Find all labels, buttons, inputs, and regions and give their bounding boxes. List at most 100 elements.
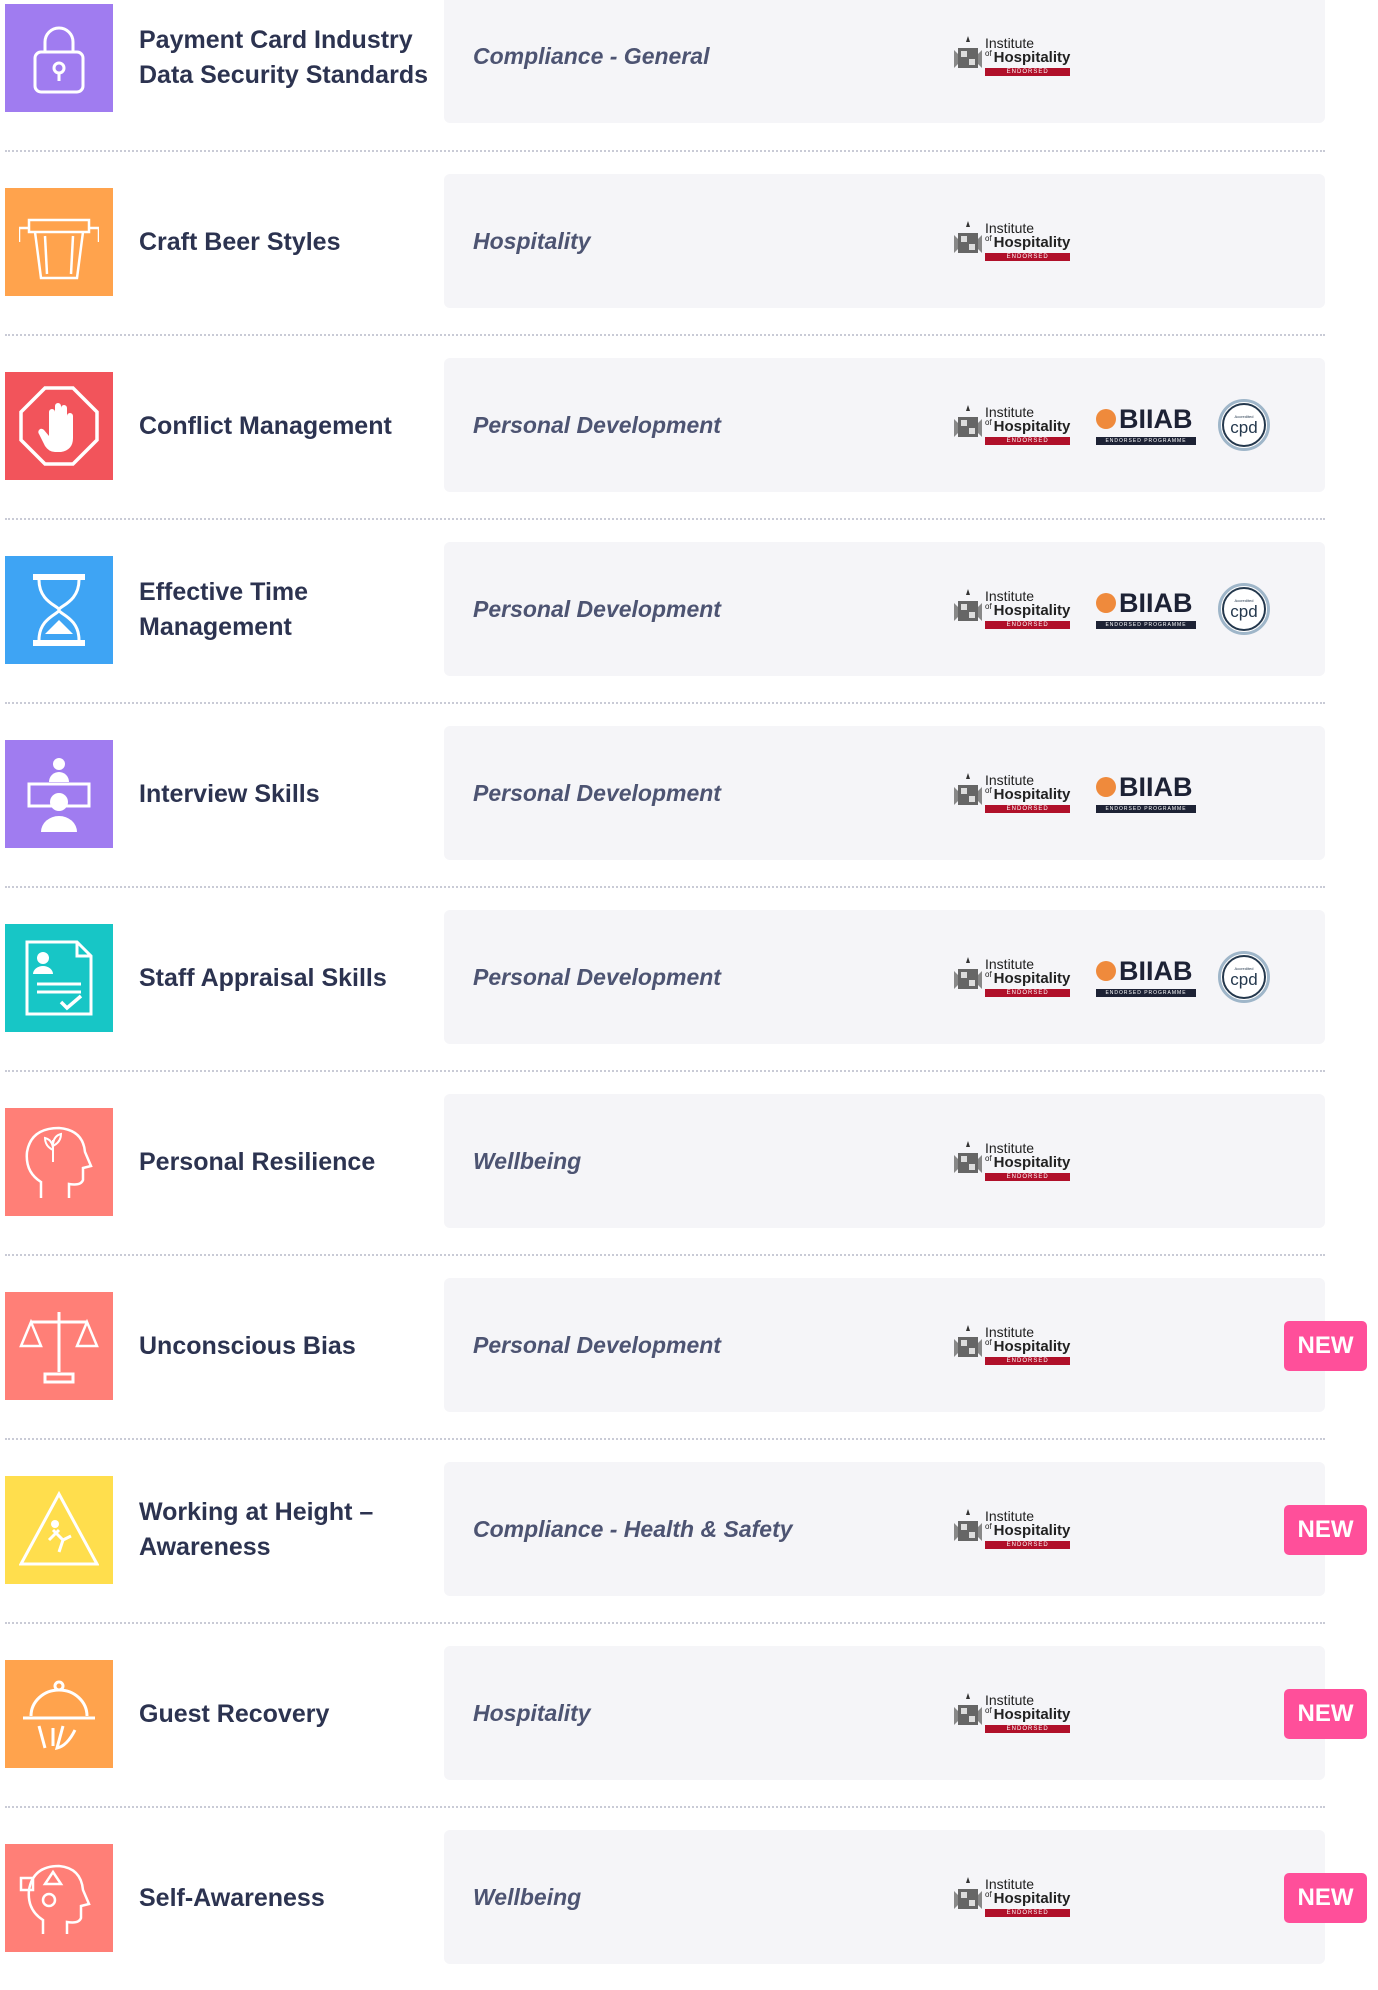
cpd-ring: Accredited cpd bbox=[1222, 403, 1266, 447]
accreditation-badges: Institute of Hospitality ENDORSED bbox=[954, 0, 1074, 123]
ioh-wordmark: Institute of Hospitality ENDORSED bbox=[985, 956, 1071, 997]
course-title[interactable]: Staff Appraisal Skills bbox=[139, 924, 439, 1032]
ioh-of: of bbox=[985, 418, 992, 427]
course-title[interactable]: Interview Skills bbox=[139, 740, 439, 848]
course-title-text: Staff Appraisal Skills bbox=[139, 963, 387, 992]
biiab-top: BIIAB bbox=[1096, 405, 1196, 433]
course-title[interactable]: Effective Time Management bbox=[139, 556, 439, 664]
ioh-line2: of Hospitality bbox=[985, 1522, 1070, 1539]
institute-of-hospitality-logo: Institute of Hospitality ENDORSED bbox=[954, 1501, 1074, 1557]
course-category: Wellbeing bbox=[473, 1883, 582, 1910]
course-title[interactable]: Working at Height – Awareness bbox=[139, 1476, 439, 1584]
ioh-line1: Institute bbox=[985, 1508, 1035, 1524]
ioh-of: of bbox=[985, 49, 992, 58]
course-icon-tile bbox=[5, 4, 113, 112]
course-title-text: Guest Recovery bbox=[139, 1699, 330, 1728]
crest-icon bbox=[954, 957, 982, 989]
new-badge: NEW bbox=[1284, 1689, 1367, 1739]
course-row[interactable]: Interview Skills Personal Development Inst… bbox=[0, 726, 1378, 886]
biiab-top: BIIAB bbox=[1096, 957, 1196, 985]
course-title[interactable]: Payment Card Industry Data Security Stan… bbox=[139, 4, 439, 112]
course-row[interactable]: Conflict Management Personal Development I… bbox=[0, 358, 1378, 518]
course-row[interactable]: Guest Recovery Hospitality Institute of Hosp… bbox=[0, 1646, 1378, 1806]
crest-icon bbox=[954, 1509, 982, 1541]
ioh-line2: of Hospitality bbox=[985, 1890, 1071, 1907]
course-icon-tile bbox=[5, 1108, 113, 1216]
ioh-wordmark: Institute of Hospitality ENDORSED bbox=[985, 35, 1071, 76]
ioh-line1: Institute bbox=[985, 956, 1035, 972]
institute-of-hospitality-logo: Institute of Hospitality ENDORSED bbox=[954, 581, 1074, 637]
ioh-hospitality: Hospitality bbox=[993, 1890, 1071, 1907]
course-title-text: Conflict Management bbox=[139, 411, 392, 440]
ioh-wordmark: Institute of Hospitality ENDORSED bbox=[985, 1508, 1071, 1549]
course-row[interactable]: Payment Card Industry Data Security Stan… bbox=[0, 0, 1378, 150]
beer-glass-icon bbox=[19, 218, 99, 280]
ioh-line2: of Hospitality bbox=[985, 1706, 1071, 1723]
accreditation-badges: Institute of Hospitality ENDORSED BIIAB ENDOR… bbox=[954, 542, 1270, 676]
course-icon-tile bbox=[5, 188, 113, 296]
course-title[interactable]: Self-Awareness bbox=[139, 1844, 439, 1952]
cpd-name: cpd bbox=[1230, 418, 1258, 437]
course-row[interactable]: Staff Appraisal Skills Personal Developme… bbox=[0, 910, 1378, 1070]
course-row[interactable]: Effective Time Management Personal Develo… bbox=[0, 542, 1378, 702]
course-category: Personal Development bbox=[473, 595, 721, 622]
ioh-of: of bbox=[985, 1522, 992, 1531]
course-category: Wellbeing bbox=[473, 1147, 582, 1174]
padlock-icon bbox=[33, 26, 85, 94]
crest-icon bbox=[954, 36, 982, 68]
row-divider bbox=[5, 702, 1325, 704]
ioh-wordmark: Institute of Hospitality ENDORSED bbox=[985, 404, 1071, 445]
institute-of-hospitality-logo: Institute of Hospitality ENDORSED bbox=[954, 765, 1074, 821]
ioh-of: of bbox=[985, 1706, 992, 1715]
ioh-of: of bbox=[985, 1338, 992, 1347]
ioh-line1: Institute bbox=[985, 588, 1035, 604]
course-title[interactable]: Craft Beer Styles bbox=[139, 188, 439, 296]
course-details-panel: Hospitality Institute of Hospitality ENDORSE… bbox=[444, 174, 1325, 308]
institute-of-hospitality-logo: Institute of Hospitality ENDORSED bbox=[954, 397, 1074, 453]
cpd-name: cpd bbox=[1230, 602, 1258, 621]
ioh-line1: Institute bbox=[985, 35, 1035, 51]
institute-of-hospitality-logo: Institute of Hospitality ENDORSED bbox=[954, 949, 1074, 1005]
row-divider bbox=[5, 518, 1325, 520]
course-details-panel: Hospitality Institute of Hospitality ENDORSE… bbox=[444, 1646, 1325, 1780]
institute-of-hospitality-logo: Institute of Hospitality ENDORSED bbox=[954, 1133, 1074, 1189]
row-divider bbox=[5, 334, 1325, 336]
course-title[interactable]: Conflict Management bbox=[139, 372, 439, 480]
ioh-hospitality: Hospitality bbox=[993, 1706, 1071, 1723]
new-badge: NEW bbox=[1284, 1873, 1367, 1923]
biiab-logo: BIIAB ENDORSED PROGRAMME bbox=[1096, 397, 1196, 453]
course-row[interactable]: Self-Awareness Wellbeing Institute of Hospit… bbox=[0, 1830, 1378, 1990]
new-badge: NEW bbox=[1284, 1321, 1367, 1371]
row-divider bbox=[5, 1070, 1325, 1072]
accreditation-badges: Institute of Hospitality ENDORSED bbox=[954, 174, 1074, 308]
course-category: Personal Development bbox=[473, 411, 721, 438]
ioh-hospitality: Hospitality bbox=[993, 234, 1071, 251]
course-details-panel: Wellbeing Institute of Hospitality ENDORSED bbox=[444, 1094, 1325, 1228]
ioh-line2: of Hospitality bbox=[985, 49, 1070, 66]
course-title[interactable]: Guest Recovery bbox=[139, 1660, 439, 1768]
course-row[interactable]: Working at Height – Awareness Compliance … bbox=[0, 1462, 1378, 1622]
ioh-endorsed: ENDORSED bbox=[985, 1725, 1071, 1733]
ioh-of: of bbox=[985, 234, 992, 243]
institute-of-hospitality-logo: Institute of Hospitality ENDORSED bbox=[954, 213, 1074, 269]
institute-of-hospitality-logo: Institute of Hospitality ENDORSED bbox=[954, 1685, 1074, 1741]
course-row[interactable]: Personal Resilience Wellbeing Institute of H… bbox=[0, 1094, 1378, 1254]
biiab-logo: BIIAB ENDORSED PROGRAMME bbox=[1096, 765, 1196, 821]
ioh-of: of bbox=[985, 970, 992, 979]
ioh-line1: Institute bbox=[985, 404, 1035, 420]
course-row[interactable]: Craft Beer Styles Hospitality Institute of H… bbox=[0, 174, 1378, 334]
course-details-panel: Compliance - Health & Safety Institute of H… bbox=[444, 1462, 1325, 1596]
course-row[interactable]: Unconscious Bias Personal Development Inst… bbox=[0, 1278, 1378, 1438]
ioh-line2: of Hospitality bbox=[985, 418, 1070, 435]
course-title-text: Craft Beer Styles bbox=[139, 227, 341, 256]
course-title[interactable]: Unconscious Bias bbox=[139, 1292, 439, 1400]
ioh-endorsed: ENDORSED bbox=[985, 1541, 1071, 1549]
course-title[interactable]: Personal Resilience bbox=[139, 1108, 439, 1216]
accreditation-badges: Institute of Hospitality ENDORSED BIIAB ENDOR… bbox=[954, 726, 1196, 860]
ioh-wordmark: Institute of Hospitality ENDORSED bbox=[985, 773, 1071, 813]
institute-of-hospitality-logo: Institute of Hospitality ENDORSED bbox=[954, 1869, 1074, 1925]
ioh-wordmark: Institute of Hospitality ENDORSED bbox=[985, 1325, 1071, 1365]
ioh-of: of bbox=[985, 1890, 992, 1899]
ioh-wordmark: Institute of Hospitality ENDORSED bbox=[985, 1877, 1071, 1917]
ioh-wordmark: Institute of Hospitality ENDORSED bbox=[985, 588, 1071, 629]
